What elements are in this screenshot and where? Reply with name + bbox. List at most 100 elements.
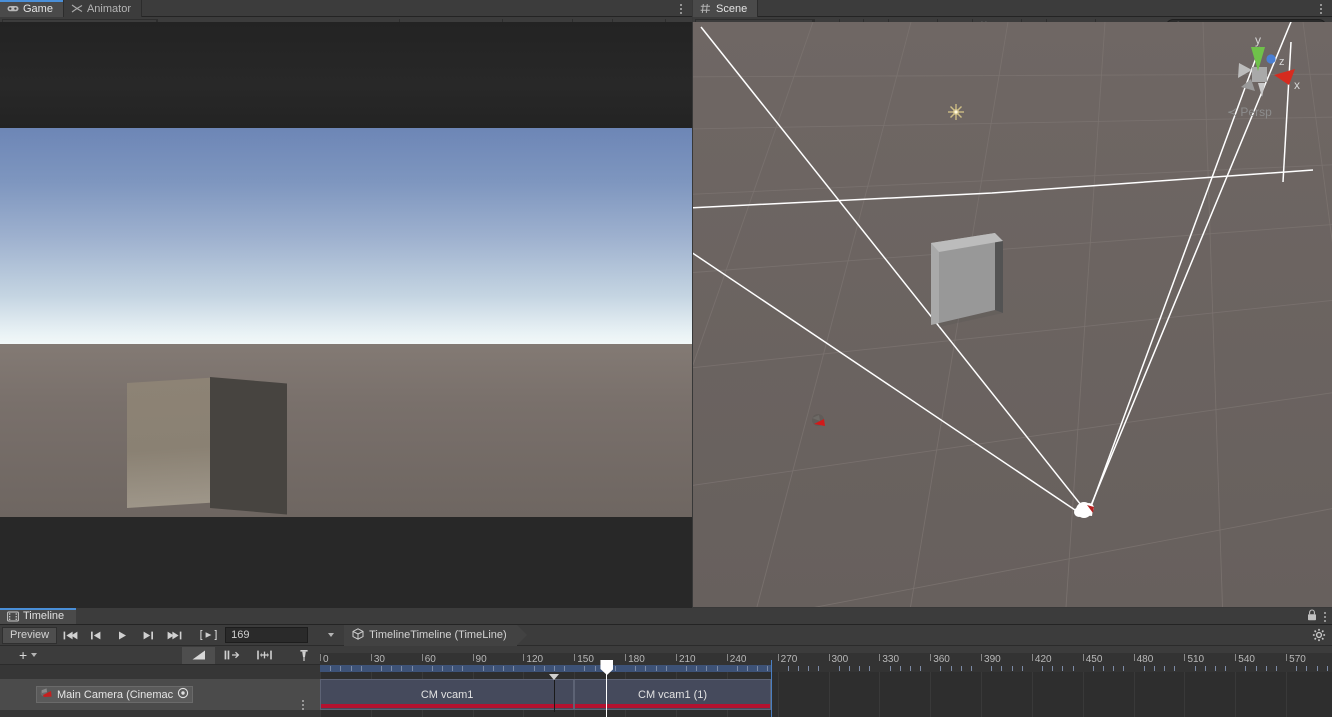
ruler-minor-tick <box>452 666 454 671</box>
ruler-major-tick <box>523 654 525 661</box>
ruler-minor-tick <box>1326 666 1328 671</box>
ruler-minor-tick <box>665 666 667 671</box>
next-key-icon[interactable] <box>135 627 161 644</box>
tab-game-label: Game <box>23 2 53 15</box>
ruler-minor-tick <box>889 666 891 671</box>
scene-view-surface[interactable]: y z x ≺ Persp <box>693 22 1332 607</box>
game-panel-menu-icon[interactable] <box>674 0 688 17</box>
ruler-major-tick <box>777 654 779 661</box>
ruler-minor-tick <box>940 666 942 671</box>
skip-to-end-icon[interactable] <box>161 627 187 644</box>
scene-panel: Scene Shaded 2D <box>693 0 1332 607</box>
ruler-major-tick <box>981 654 983 661</box>
timeline-clip-area[interactable]: CM vcam1 CM vcam1 (1) <box>320 660 1332 717</box>
tab-animator[interactable]: Animator <box>63 0 142 17</box>
clip-area-gridline <box>1082 672 1084 717</box>
ruler-major-tick <box>1235 654 1237 661</box>
frame-number-input[interactable]: 169 <box>225 627 309 643</box>
timeline-panel-menu-icon[interactable] <box>1324 611 1326 622</box>
clip-area-gridline <box>828 672 830 717</box>
timeline-selector-dropdown[interactable] <box>318 627 344 644</box>
ruler-minor-tick <box>340 666 342 671</box>
track-name-label: Main Camera (Cinemac <box>57 688 174 701</box>
tab-game[interactable]: Game <box>0 0 64 17</box>
game-letterbox-bottom <box>0 517 692 609</box>
preview-button[interactable]: Preview <box>2 626 58 644</box>
timeline-tabbar: Timeline <box>0 608 1332 625</box>
replace-icon[interactable] <box>248 647 281 664</box>
gizmo-axis-x-label: x <box>1294 78 1300 92</box>
ruler-minor-tick <box>503 666 505 671</box>
scene-panel-menu-icon[interactable] <box>1314 0 1328 17</box>
track-menu-icon[interactable] <box>302 700 304 710</box>
ruler-minor-tick <box>1011 666 1013 671</box>
ruler-minor-tick <box>1164 666 1166 671</box>
ruler-label: 540 <box>1238 654 1255 665</box>
ruler-minor-tick <box>696 666 698 671</box>
ruler-minor-tick <box>950 666 952 671</box>
ruler-minor-tick <box>848 666 850 671</box>
ruler-minor-tick <box>859 666 860 671</box>
gizmo-projection-label: ≺ Persp <box>1227 105 1272 119</box>
ruler-label: 480 <box>1136 654 1154 665</box>
ruler-minor-tick <box>1225 666 1227 671</box>
lock-icon[interactable] <box>1307 609 1317 624</box>
scene-orientation-gizmo[interactable]: y z x ≺ Persp <box>1217 27 1307 137</box>
ruler-minor-tick <box>1255 666 1257 671</box>
add-track-button[interactable]: + <box>12 647 44 664</box>
track-header-main-camera[interactable]: Main Camera (Cinemac <box>0 679 320 710</box>
ruler-major-tick <box>421 654 423 661</box>
edit-mode-ripple-icon[interactable] <box>182 646 216 664</box>
ruler-minor-tick <box>553 666 555 671</box>
ruler-label: 390 <box>984 654 1001 665</box>
timeline-icon <box>7 611 19 622</box>
ruler-minor-tick <box>1316 666 1318 671</box>
skip-to-start-icon[interactable] <box>57 627 83 644</box>
ruler-major-tick <box>828 654 830 661</box>
ruler-major-tick <box>370 654 372 661</box>
ruler-minor-tick <box>564 666 566 671</box>
ruler-minor-tick <box>970 666 972 671</box>
ruler-minor-tick <box>797 666 799 671</box>
game-view-surface[interactable] <box>0 22 692 609</box>
timeline-clip[interactable]: CM vcam1 (1) <box>574 679 771 710</box>
ruler-tick-marks: 0 30 60 90 120 150 180 210 240 270 300 330 360 390 420… <box>320 653 1332 672</box>
ruler-minor-tick <box>787 666 789 671</box>
gear-icon[interactable] <box>1312 628 1326 645</box>
clip-area-gridline <box>1286 672 1288 717</box>
ruler-minor-tick <box>381 666 383 671</box>
ruler-minor-tick <box>920 666 922 671</box>
timeline-clip[interactable]: CM vcam1 <box>320 679 575 710</box>
ruler-minor-tick <box>360 666 362 671</box>
ruler-major-tick <box>675 654 677 661</box>
timeline-asset-name: TimelineTimeline (TimeLine) <box>369 629 507 641</box>
ruler-minor-tick <box>960 666 962 671</box>
previous-key-icon[interactable] <box>83 627 109 644</box>
object-picker-icon[interactable] <box>177 687 189 702</box>
track-object-field[interactable]: Main Camera (Cinemac <box>36 686 194 703</box>
ruler-minor-tick <box>492 666 494 671</box>
tab-timeline-label: Timeline <box>23 610 65 622</box>
ruler-minor-tick <box>1245 666 1247 671</box>
ruler-minor-tick <box>706 666 708 671</box>
ruler-minor-tick <box>808 666 810 671</box>
ripple-icon[interactable] <box>215 647 248 664</box>
ruler-minor-tick <box>838 666 840 671</box>
play-range-icon[interactable] <box>195 627 221 644</box>
playhead-handle[interactable] <box>600 660 614 675</box>
pin-icon[interactable] <box>287 647 320 664</box>
tab-scene[interactable]: Scene <box>693 0 759 17</box>
unity-editor-window: Game Animator 1920x1080 Scale 0.36x Maxi… <box>0 0 1332 717</box>
play-icon[interactable] <box>109 627 135 644</box>
game-letterbox-top <box>0 22 692 128</box>
game-cube-right-face <box>210 377 287 515</box>
ruler-minor-tick <box>716 666 718 671</box>
timeline-ruler[interactable]: 0 30 60 90 120 150 180 210 240 270 300 330 360 390 420… <box>320 653 1332 672</box>
tab-timeline[interactable]: Timeline <box>0 608 77 624</box>
ruler-major-tick <box>1133 654 1135 661</box>
timeline-asset-breadcrumb[interactable]: TimelineTimeline (TimeLine) <box>344 624 527 646</box>
ruler-major-tick <box>472 654 474 661</box>
ruler-label: 120 <box>526 654 544 665</box>
ruler-label: 0 <box>323 654 329 665</box>
ruler-minor-tick <box>1062 666 1064 671</box>
